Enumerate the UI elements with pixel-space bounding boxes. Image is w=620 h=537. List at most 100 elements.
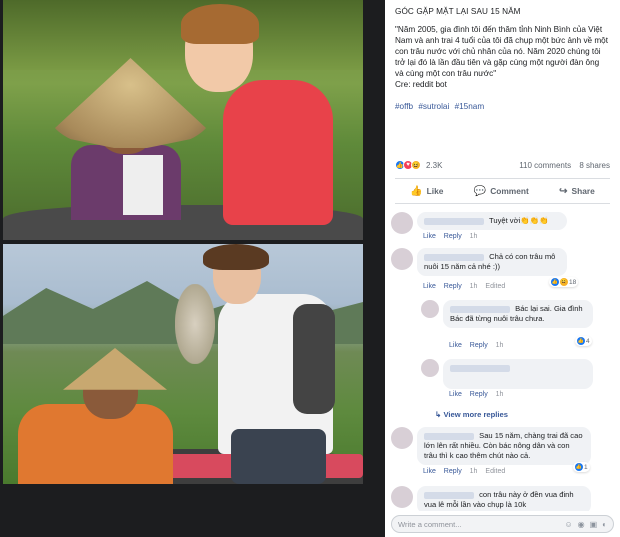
avatar[interactable]: [391, 486, 413, 508]
commenter-name[interactable]: [424, 217, 484, 225]
comment-like-link[interactable]: Like: [449, 391, 462, 398]
comment-reply-link[interactable]: Reply: [470, 391, 488, 398]
comment-meta: Like Reply 1h Edited: [423, 468, 511, 475]
post-credit: Cre: reddit bot: [395, 80, 447, 89]
comment-reply-link[interactable]: Reply: [470, 342, 488, 349]
comment-reactions[interactable]: 👍 4: [575, 336, 592, 346]
comment-like-link[interactable]: Like: [423, 233, 436, 240]
comment-bubble: Tuyệt vời👏👏👏: [417, 212, 567, 230]
photo-2020[interactable]: [3, 244, 363, 484]
comment-button[interactable]: 💬 Comment: [474, 186, 529, 197]
reactions-count[interactable]: 2.3K: [426, 161, 442, 170]
avatar[interactable]: [391, 427, 413, 449]
comment-text: Tuyệt vời👏👏👏: [488, 216, 549, 225]
commenter-name[interactable]: [424, 491, 474, 499]
comment-reactions[interactable]: 👍 😆 18: [549, 277, 579, 287]
comment-react-count: 18: [569, 278, 577, 286]
comment-reply-link[interactable]: Reply: [444, 468, 462, 475]
commenter-name[interactable]: [450, 364, 510, 372]
man-undershirt: [123, 155, 163, 215]
photo-viewer[interactable]: [0, 0, 385, 537]
like-reaction-icon: 👍: [551, 278, 559, 286]
comments-list: Tuyệt vời👏👏👏 Like Reply 1h Chả có con tr…: [385, 206, 620, 511]
child-hair: [181, 4, 259, 44]
sticker-icon[interactable]: ◐: [602, 520, 607, 529]
hashtag-link[interactable]: #offb: [395, 102, 413, 111]
comment-like-link[interactable]: Like: [423, 468, 436, 475]
divider: [395, 178, 610, 179]
gif-icon[interactable]: ▣: [590, 520, 598, 529]
hashtag-link[interactable]: #15nam: [455, 102, 485, 111]
hashtags: #offb #sutrolai #15nam: [385, 98, 620, 111]
comment-react-count: 1: [584, 463, 588, 471]
post-title: GÓC GẶP MẶT LẠI SAU 15 NĂM: [395, 7, 521, 16]
comment-time[interactable]: 1h: [496, 342, 504, 349]
hashtag-link[interactable]: #sutrolai: [418, 102, 449, 111]
comment-reply-link[interactable]: Reply: [444, 283, 462, 290]
avatar[interactable]: [421, 359, 439, 377]
comment-meta: Like Reply 1h: [449, 342, 509, 349]
avatar[interactable]: [391, 248, 413, 270]
emoji-icon[interactable]: ☺: [564, 520, 572, 529]
share-icon: ↪: [559, 185, 568, 197]
comments-count[interactable]: 110 comments: [519, 161, 571, 170]
view-more-label: View more replies: [443, 410, 508, 419]
young-man-hair: [203, 244, 269, 270]
young-man-jeans: [231, 429, 326, 484]
comment-meta: Like Reply 1h: [423, 233, 483, 240]
like-button[interactable]: 👍 Like: [410, 186, 443, 197]
reply-bubble: [443, 359, 593, 389]
avatar[interactable]: [391, 212, 413, 234]
comment-reactions[interactable]: 👍 1: [573, 462, 590, 472]
like-label: Like: [426, 186, 444, 196]
commenter-name[interactable]: [424, 432, 474, 440]
comment-edited[interactable]: Edited: [485, 468, 505, 475]
comment-meta: Like Reply 1h: [449, 391, 509, 398]
comment-edited[interactable]: Edited: [485, 283, 505, 290]
comment-time[interactable]: 1h: [470, 468, 478, 475]
young-man-sleeve: [293, 304, 335, 414]
comment-time[interactable]: 1h: [496, 391, 504, 398]
post-body: "Năm 2005, gia đình tôi đến thăm tỉnh Ni…: [395, 25, 609, 78]
comment-bubble: Sau 15 năm, chàng trai đã cao lớn lên rấ…: [417, 427, 591, 465]
comment-time[interactable]: 1h: [470, 233, 478, 240]
like-reaction-icon: 👍: [575, 463, 583, 471]
share-button[interactable]: ↪ Share: [559, 186, 595, 197]
comment-bubble: Chả có con trâu mô nuôi 15 năm cả nhé :)…: [417, 248, 567, 276]
commenter-name[interactable]: [450, 305, 510, 313]
haha-reaction-icon: 😆: [560, 278, 568, 286]
commenter-name[interactable]: [424, 253, 484, 261]
comment-bubble: con trâu này ở đền vua đinh vua lê mỗi l…: [417, 486, 591, 511]
like-reaction-icon: 👍: [577, 337, 585, 345]
comment-react-count: 4: [586, 337, 590, 345]
pampas-grass: [175, 284, 215, 364]
haha-reaction-icon: 😆: [411, 160, 421, 170]
comment-label: Comment: [490, 186, 529, 196]
comment-meta: Like Reply 1h Edited: [423, 283, 511, 290]
comment-time[interactable]: 1h: [470, 283, 478, 290]
write-comment-placeholder: Write a comment...: [398, 519, 462, 529]
comment-tools: ☺ ◉ ▣ ◐: [564, 520, 607, 529]
counts-right: 110 comments 8 shares: [513, 161, 610, 170]
reactions-summary[interactable]: 👍 ♥ 😆 2.3K 110 comments 8 shares: [395, 158, 610, 172]
comment-like-link[interactable]: Like: [423, 283, 436, 290]
reply-bubble: Bác lại sai. Gia đình Bác đã từng nuôi t…: [443, 300, 593, 328]
post-panel: GÓC GẶP MẶT LẠI SAU 15 NĂM "Năm 2005, gi…: [385, 0, 620, 537]
comment-reply-link[interactable]: Reply: [444, 233, 462, 240]
photo-2005[interactable]: [3, 0, 363, 240]
share-label: Share: [571, 186, 595, 196]
like-icon: 👍: [410, 185, 423, 197]
comment-icon: 💬: [473, 185, 487, 197]
post-actions: 👍 Like 💬 Comment ↪ Share: [395, 182, 610, 200]
child-red-shirt: [223, 80, 333, 225]
comment-like-link[interactable]: Like: [449, 342, 462, 349]
divider: [395, 203, 610, 204]
avatar[interactable]: [421, 300, 439, 318]
write-comment-input[interactable]: Write a comment... ☺ ◉ ▣ ◐: [391, 515, 614, 533]
old-conical-hat: [63, 348, 167, 390]
reaction-icons: 👍 ♥ 😆: [395, 160, 421, 170]
post-text: GÓC GẶP MẶT LẠI SAU 15 NĂM "Năm 2005, gi…: [385, 0, 620, 90]
view-more-replies-link[interactable]: ↳ View more replies: [435, 410, 508, 419]
shares-count[interactable]: 8 shares: [579, 161, 610, 170]
camera-icon[interactable]: ◉: [578, 520, 585, 529]
